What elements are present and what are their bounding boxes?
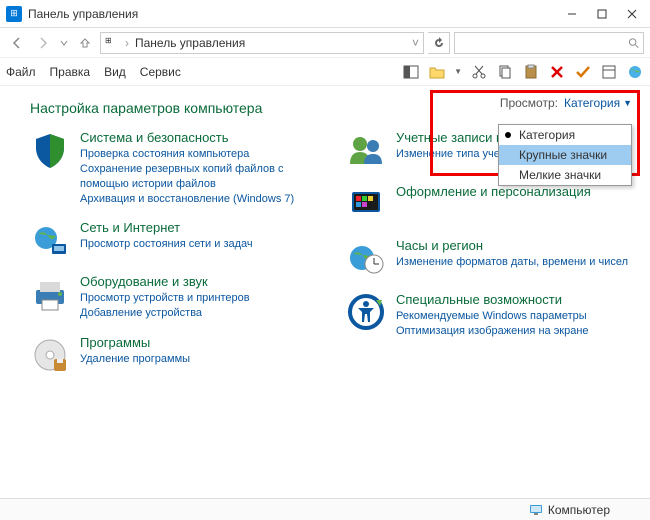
layout-icon[interactable] <box>402 63 420 81</box>
category-link[interactable]: Добавление устройства <box>80 306 250 321</box>
menubar: Файл Правка Вид Сервис ▼ <box>0 58 650 86</box>
menu-tools[interactable]: Сервис <box>140 65 181 79</box>
status-text: Компьютер <box>548 503 610 517</box>
view-label: Просмотр: <box>500 96 558 110</box>
maximize-button[interactable] <box>594 6 610 22</box>
content-area: Настройка параметров компьютера Просмотр… <box>0 86 650 498</box>
category-title[interactable]: Система и безопасность <box>80 130 316 145</box>
delete-icon[interactable] <box>548 63 566 81</box>
window-buttons <box>564 6 644 22</box>
menu-edit[interactable]: Правка <box>50 65 91 79</box>
view-dropdown[interactable]: Категория ▼ <box>564 96 632 110</box>
category-title[interactable]: Программы <box>80 335 190 350</box>
folder-options-icon[interactable] <box>428 63 446 81</box>
category-title[interactable]: Оборудование и звук <box>80 274 250 289</box>
category-title[interactable]: Специальные возможности <box>396 292 589 307</box>
chevron-right-icon: › <box>125 36 129 50</box>
breadcrumb-dropdown-icon[interactable]: ˅ <box>412 36 419 50</box>
computer-icon <box>529 503 543 517</box>
users-icon <box>346 130 386 170</box>
titlebar: ⊞ Панель управления <box>0 0 650 28</box>
category-link[interactable]: Проверка состояния компьютера <box>80 147 316 162</box>
breadcrumb-icon: ⊞ <box>105 36 119 50</box>
menu-view[interactable]: Вид <box>104 65 126 79</box>
appearance-icon <box>346 184 386 224</box>
menu-file[interactable]: Файл <box>6 65 36 79</box>
app-icon: ⊞ <box>6 6 22 22</box>
history-dropdown-icon[interactable] <box>58 32 70 54</box>
paste-icon[interactable] <box>522 63 540 81</box>
category-link[interactable]: Просмотр состояния сети и задач <box>80 237 253 252</box>
categories-left: Система и безопасность Проверка состояни… <box>30 130 316 375</box>
cut-icon[interactable] <box>470 63 488 81</box>
up-button[interactable] <box>74 32 96 54</box>
checkmark-icon[interactable] <box>574 63 592 81</box>
globe-icon[interactable] <box>626 63 644 81</box>
view-menu: Категория Крупные значки Мелкие значки <box>498 124 632 186</box>
category-link[interactable]: Изменение форматов даты, времени и чисел <box>396 255 628 270</box>
category-title[interactable]: Часы и регион <box>396 238 628 253</box>
search-box[interactable] <box>454 32 644 54</box>
category-programs: Программы Удаление программы <box>30 335 316 375</box>
view-option-category[interactable]: Категория <box>499 125 631 145</box>
category-hardware-sound: Оборудование и звук Просмотр устройств и… <box>30 274 316 321</box>
refresh-button[interactable] <box>428 32 450 54</box>
bullet-icon <box>505 132 511 138</box>
view-selector: Просмотр: Категория ▼ Категория Крупные … <box>500 96 632 110</box>
category-link[interactable]: Удаление программы <box>80 352 190 367</box>
search-input[interactable] <box>459 35 628 51</box>
shield-icon <box>30 130 70 170</box>
category-link[interactable]: Рекомендуемые Windows параметры <box>396 309 589 324</box>
category-system-security: Система и безопасность Проверка состояни… <box>30 130 316 206</box>
printer-icon <box>30 274 70 314</box>
category-network: Сеть и Интернет Просмотр состояния сети … <box>30 220 316 260</box>
view-option-label: Категория <box>519 128 575 142</box>
back-button[interactable] <box>6 32 28 54</box>
breadcrumb-root[interactable]: Панель управления <box>135 36 245 50</box>
view-option-small-icons[interactable]: Мелкие значки <box>499 165 631 185</box>
statusbar: Компьютер <box>0 498 650 520</box>
close-button[interactable] <box>624 6 640 22</box>
clock-globe-icon <box>346 238 386 278</box>
category-clock-region: Часы и регион Изменение форматов даты, в… <box>346 238 632 278</box>
chevron-down-icon: ▼ <box>623 98 632 108</box>
category-title[interactable]: Сеть и Интернет <box>80 220 253 235</box>
navbar: ⊞ › Панель управления ˅ <box>0 28 650 58</box>
copy-icon[interactable] <box>496 63 514 81</box>
category-appearance: Оформление и персонализация <box>346 184 632 224</box>
minimize-button[interactable] <box>564 6 580 22</box>
category-link[interactable]: Архивация и восстановление (Windows 7) <box>80 192 316 207</box>
view-option-large-icons[interactable]: Крупные значки <box>499 145 631 165</box>
category-link[interactable]: Просмотр устройств и принтеров <box>80 291 250 306</box>
properties-icon[interactable] <box>600 63 618 81</box>
category-title[interactable]: Оформление и персонализация <box>396 184 591 199</box>
breadcrumb[interactable]: ⊞ › Панель управления ˅ <box>100 32 424 54</box>
category-link[interactable]: Сохранение резервных копий файлов с помо… <box>80 162 316 192</box>
category-ease-of-access: Специальные возможности Рекомендуемые Wi… <box>346 292 632 339</box>
view-current: Категория <box>564 96 620 110</box>
category-link[interactable]: Оптимизация изображения на экране <box>396 324 589 339</box>
disc-icon <box>30 335 70 375</box>
forward-button[interactable] <box>32 32 54 54</box>
search-icon <box>628 37 639 49</box>
accessibility-icon <box>346 292 386 332</box>
view-option-label: Мелкие значки <box>519 168 601 182</box>
globe-network-icon <box>30 220 70 260</box>
view-option-label: Крупные значки <box>519 148 607 162</box>
window-title: Панель управления <box>28 7 564 21</box>
